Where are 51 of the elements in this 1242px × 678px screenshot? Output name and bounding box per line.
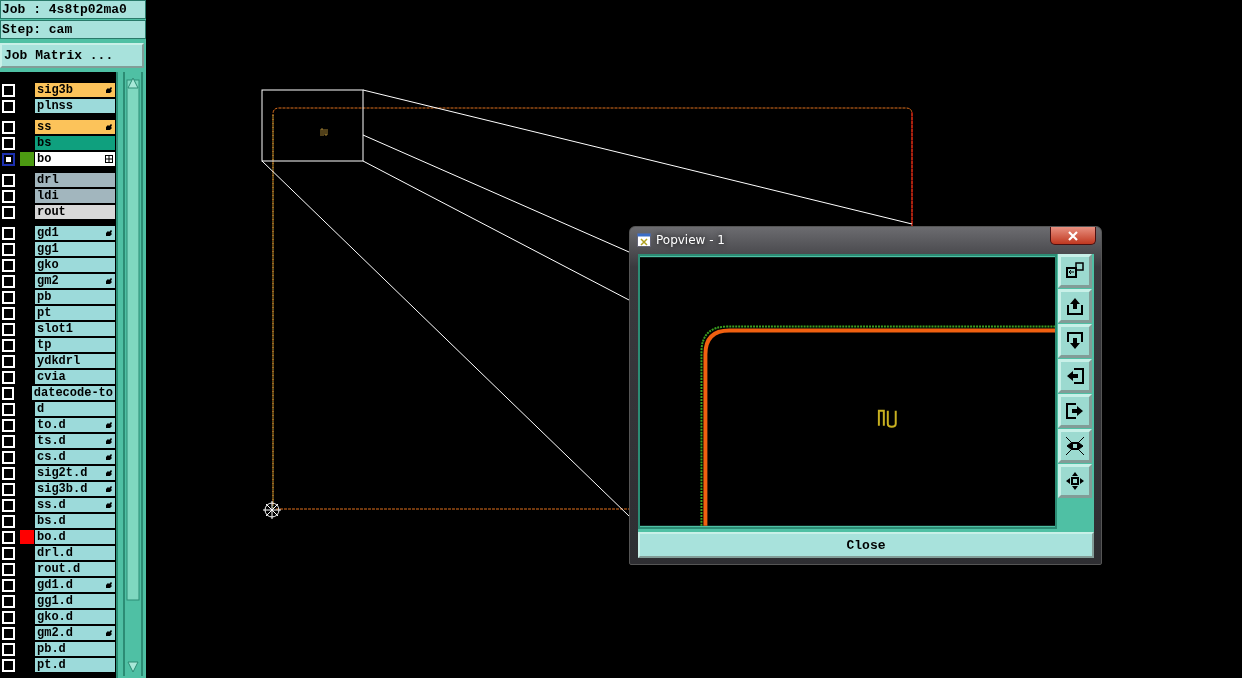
move-down-icon[interactable] <box>1058 324 1093 358</box>
move-left-icon[interactable] <box>1058 359 1093 393</box>
layer-name[interactable]: gd1 <box>35 226 115 240</box>
move-right-icon[interactable] <box>1058 394 1093 428</box>
layer-name[interactable]: to.d <box>35 418 115 432</box>
layer-name[interactable]: pb.d <box>35 642 115 656</box>
layer-name[interactable]: bo.d <box>35 530 115 544</box>
layer-name[interactable]: datecode-to <box>31 386 115 400</box>
layer-name[interactable]: ss.d <box>35 498 115 512</box>
layer-name[interactable]: gm2.d <box>35 626 115 640</box>
layer-name[interactable]: gko <box>35 258 115 272</box>
layer-name[interactable]: cs.d <box>35 450 115 464</box>
layer-name[interactable]: ss <box>35 120 115 134</box>
job-matrix-button[interactable]: Job Matrix ... <box>0 43 144 68</box>
layer-name[interactable]: gm2 <box>35 274 115 288</box>
move-up-icon[interactable] <box>1058 289 1093 323</box>
layer-name[interactable]: sig2t.d <box>35 466 115 480</box>
layer-name[interactable]: pt.d <box>35 658 115 672</box>
layer-name[interactable]: drl.d <box>35 546 115 560</box>
layer-name[interactable]: rout <box>35 205 115 219</box>
job-label: Job : 4s8tp02ma0 <box>0 0 146 19</box>
zoom-out-icon[interactable] <box>1058 464 1093 498</box>
origin-marker-icon <box>262 500 282 520</box>
layer-name[interactable]: sig3b <box>35 83 115 97</box>
layer-name[interactable]: pb <box>35 290 115 304</box>
window-title: Popview - 1 <box>656 233 725 247</box>
zoom-to-view-icon[interactable] <box>1058 254 1093 288</box>
layer-name[interactable]: tp <box>35 338 115 352</box>
layer-name[interactable]: ts.d <box>35 434 115 448</box>
step-label: Step: cam <box>0 20 146 39</box>
layer-name[interactable]: drl <box>35 173 115 187</box>
layer-name[interactable]: ydkdrl <box>35 354 115 368</box>
layer-name[interactable]: slot1 <box>35 322 115 336</box>
layer-name[interactable]: ldi <box>35 189 115 203</box>
layer-name[interactable]: bo <box>35 152 115 166</box>
layer-name[interactable]: bs <box>35 136 115 150</box>
layer-name[interactable]: sig3b.d <box>35 482 115 496</box>
app-icon <box>637 233 651 247</box>
layer-name[interactable]: rout.d <box>35 562 115 576</box>
layer-name[interactable]: gg1 <box>35 242 115 256</box>
layer-name[interactable]: plnss <box>35 99 115 113</box>
layer-name[interactable]: bs.d <box>35 514 115 528</box>
layer-name[interactable]: gko.d <box>35 610 115 624</box>
layer-name[interactable]: cvia <box>35 370 115 384</box>
layer-name[interactable]: gg1.d <box>35 594 115 608</box>
layer-checkbox[interactable] <box>2 152 15 166</box>
close-icon[interactable] <box>1050 227 1096 245</box>
layer-name[interactable]: gd1.d <box>35 578 115 592</box>
layer-name[interactable]: pt <box>35 306 115 320</box>
layer-name[interactable]: d <box>35 402 115 416</box>
close-button[interactable]: Close <box>638 532 1094 558</box>
